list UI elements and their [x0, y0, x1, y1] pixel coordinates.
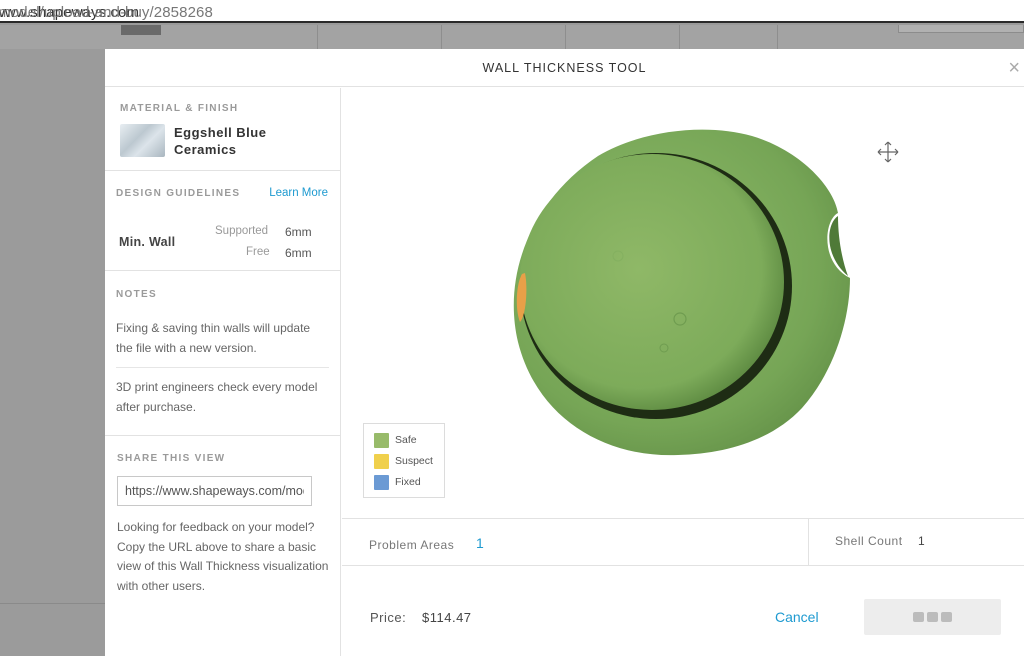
background-cell	[0, 25, 318, 49]
shell-count-value: 1	[918, 534, 925, 548]
stats-bar: Problem Areas 1 Shell Count 1	[342, 518, 1024, 566]
loading-dots-icon	[927, 612, 938, 622]
guidelines-label: DESIGN GUIDELINES	[116, 188, 241, 199]
cancel-button[interactable]: Cancel	[775, 609, 819, 625]
browser-address-bar[interactable]: www.shapeways.com/model/upload-and-buy/2…	[0, 0, 1024, 23]
modal-title: WALL THICKNESS TOOL	[482, 61, 647, 75]
modal-footer: Price: $114.47 Cancel	[342, 567, 1024, 656]
note-text: 3D print engineers check every model aft…	[116, 380, 318, 414]
notes-divider	[116, 367, 329, 368]
share-section: SHARE THIS VIEW Looking for feedback on …	[105, 437, 340, 656]
background-divider	[0, 603, 105, 604]
background-cell	[566, 25, 680, 49]
legend-swatch	[374, 433, 389, 448]
supported-label: Supported	[215, 225, 269, 237]
learn-more-link[interactable]: Learn More	[269, 187, 328, 199]
background-page-strip	[0, 25, 1024, 49]
notes-label: NOTES	[116, 289, 157, 300]
price-label: Price:	[370, 610, 407, 625]
free-value: 6mm	[285, 246, 312, 260]
price-value: $114.47	[422, 610, 472, 625]
background-cell	[318, 25, 442, 49]
problem-areas-label: Problem Areas	[369, 538, 455, 552]
material-swatch	[120, 124, 165, 157]
loading-button[interactable]	[864, 599, 1001, 635]
shell-count-label: Shell Count	[835, 534, 903, 548]
material-label: MATERIAL & FINISH	[120, 103, 239, 114]
notes-section: NOTES Fixing & saving thin walls will up…	[105, 272, 340, 436]
modal-header: WALL THICKNESS TOOL ×	[105, 49, 1024, 87]
problem-areas-count[interactable]: 1	[476, 535, 484, 551]
sidebar: MATERIAL & FINISH Eggshell Blue Ceramics…	[105, 88, 341, 656]
stats-divider	[808, 519, 809, 566]
background-input	[898, 25, 1024, 33]
move-icon[interactable]	[876, 140, 900, 164]
close-icon[interactable]: ×	[1008, 58, 1020, 78]
url-path: /model/upload-and-buy/2858268	[0, 4, 213, 21]
model-viewer[interactable]: Safe Suspect Fixed	[342, 88, 1024, 518]
share-description: Looking for feedback on your model? Copy…	[117, 520, 329, 593]
background-cell	[442, 25, 566, 49]
legend-label: Fixed	[395, 476, 421, 488]
legend-label: Safe	[395, 434, 417, 446]
loading-dots-icon	[941, 612, 952, 622]
free-label: Free	[246, 246, 270, 258]
legend-swatch	[374, 454, 389, 469]
design-guidelines-section: DESIGN GUIDELINES Learn More Min. Wall S…	[105, 172, 340, 271]
legend-swatch	[374, 475, 389, 490]
wall-thickness-modal: WALL THICKNESS TOOL × MATERIAL & FINISH …	[105, 49, 1024, 656]
model-dome	[520, 154, 784, 410]
note-text: Fixing & saving thin walls will update t…	[116, 321, 311, 355]
legend-label: Suspect	[395, 455, 433, 467]
supported-value: 6mm	[285, 225, 312, 239]
material-name: Eggshell Blue Ceramics	[174, 125, 267, 157]
material-section: MATERIAL & FINISH Eggshell Blue Ceramics	[105, 88, 340, 171]
loading-dots-icon	[913, 612, 924, 622]
share-url-input[interactable]	[117, 476, 312, 506]
min-wall-label: Min. Wall	[119, 235, 176, 249]
share-label: SHARE THIS VIEW	[117, 453, 226, 464]
background-page-left	[0, 49, 105, 656]
background-cell	[680, 25, 778, 49]
color-legend: Safe Suspect Fixed	[363, 423, 445, 498]
